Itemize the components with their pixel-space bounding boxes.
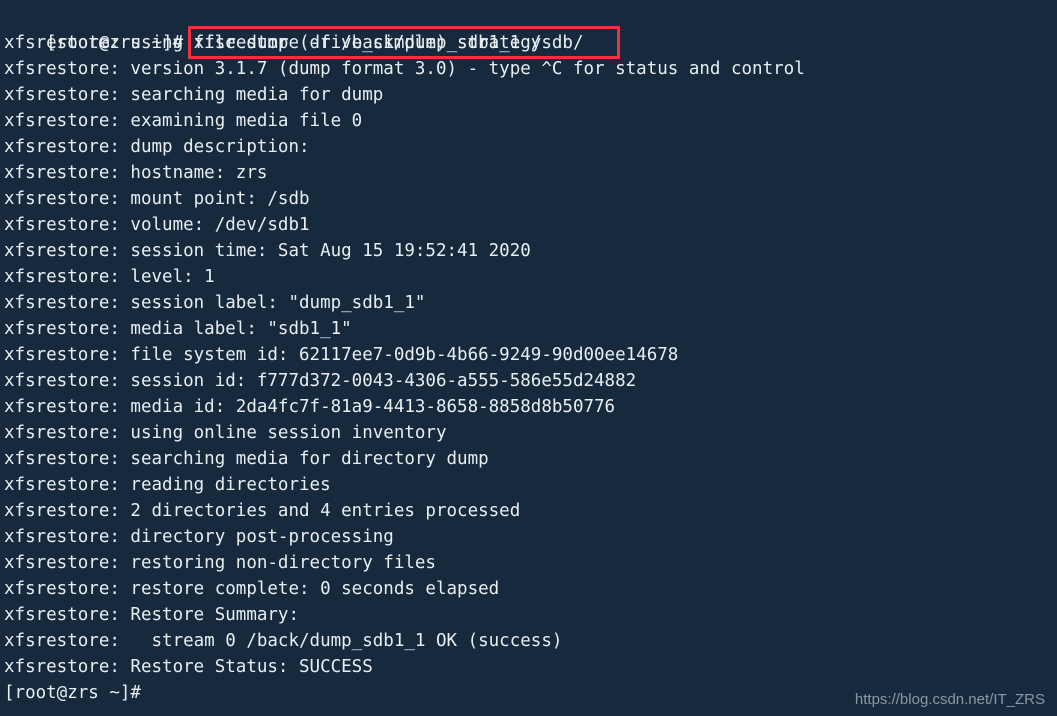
terminal-output-line: xfsrestore: dump description: [4, 137, 310, 157]
terminal-window[interactable]: [root@zrs ~]# xfsrestore -f /back/dump_s… [0, 0, 1057, 716]
terminal-output-line: xfsrestore: stream 0 /back/dump_sdb1_1 O… [4, 631, 563, 651]
highlighted-command[interactable]: xfsrestore -f /back/dump_sdb1_1 /sdb/ [187, 26, 620, 59]
terminal-output-line: xfsrestore: directory post-processing [4, 527, 394, 547]
terminal-output: xfsrestore: using file dump (drive_simpl… [4, 30, 1057, 680]
terminal-output-line: xfsrestore: reading directories [4, 475, 331, 495]
terminal-output-line: xfsrestore: Restore Status: SUCCESS [4, 657, 373, 677]
terminal-output-line: xfsrestore: media id: 2da4fc7f-81a9-4413… [4, 397, 616, 417]
watermark-url: https://blog.csdn.net/IT_ZRS [854, 691, 1045, 708]
terminal-output-line: xfsrestore: restore complete: 0 seconds … [4, 579, 500, 599]
shell-prompt: [root@zrs ~]# [46, 33, 194, 53]
terminal-output-line: xfsrestore: session label: "dump_sdb1_1" [4, 293, 426, 313]
terminal-output-line: xfsrestore: Restore Summary: [4, 605, 300, 625]
terminal-output-line: xfsrestore: session time: Sat Aug 15 19:… [4, 241, 531, 261]
command-text: xfsrestore -f /back/dump_sdb1_1 /sdb/ [193, 33, 584, 53]
terminal-output-line: xfsrestore: version 3.1.7 (dump format 3… [4, 59, 805, 79]
terminal-output-line: xfsrestore: restoring non-directory file… [4, 553, 436, 573]
terminal-output-line: xfsrestore: media label: "sdb1_1" [4, 319, 352, 339]
terminal-output-line: xfsrestore: searching media for director… [4, 449, 489, 469]
terminal-output-line: xfsrestore: volume: /dev/sdb1 [4, 215, 310, 235]
command-prompt-line: [root@zrs ~]# xfsrestore -f /back/dump_s… [4, 4, 1057, 59]
terminal-output-line: xfsrestore: level: 1 [4, 267, 215, 287]
terminal-output-line: xfsrestore: file system id: 62117ee7-0d9… [4, 345, 679, 365]
terminal-output-line: xfsrestore: mount point: /sdb [4, 189, 310, 209]
terminal-output-line: xfsrestore: using online session invento… [4, 423, 447, 443]
terminal-output-line: xfsrestore: 2 directories and 4 entries … [4, 501, 521, 521]
terminal-output-line: xfsrestore: examining media file 0 [4, 111, 363, 131]
terminal-output-line: xfsrestore: hostname: zrs [4, 163, 268, 183]
terminal-output-line: xfsrestore: session id: f777d372-0043-43… [4, 371, 637, 391]
terminal-output-line: xfsrestore: searching media for dump [4, 85, 384, 105]
